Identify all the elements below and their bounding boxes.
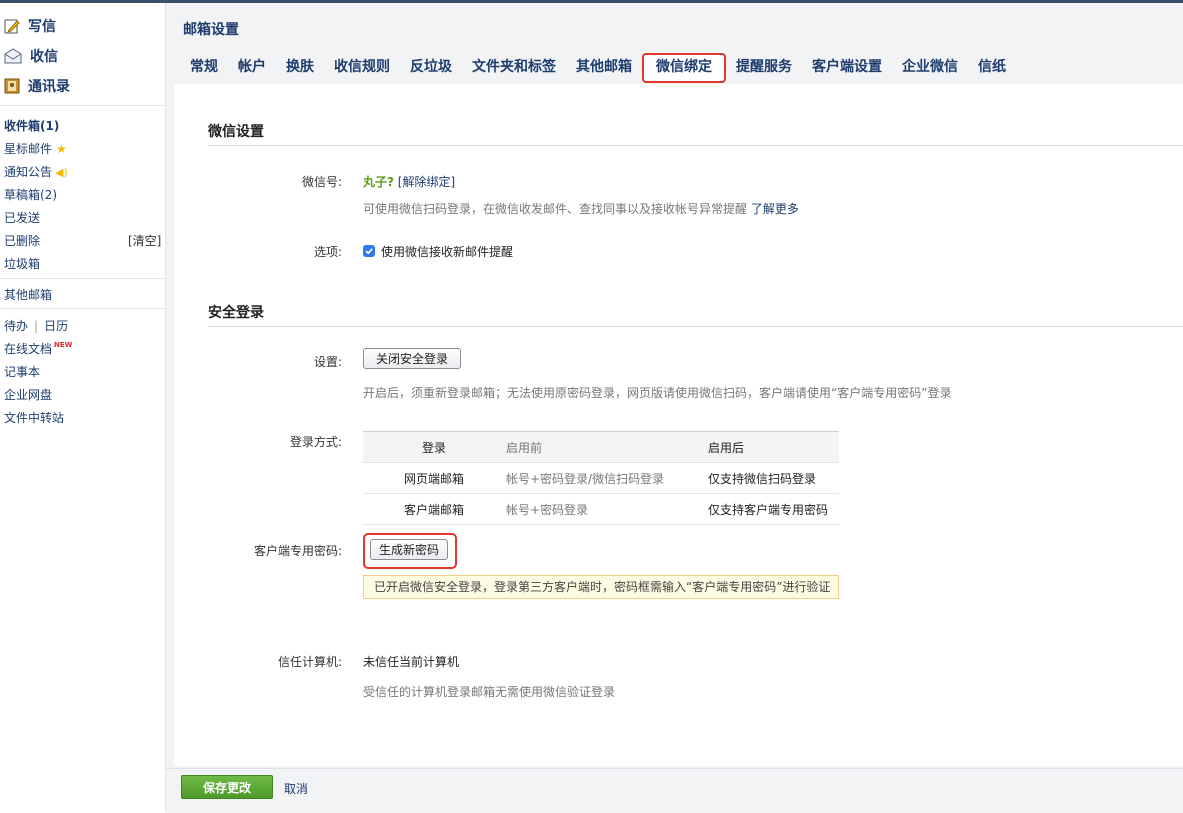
login-method-label: 登录方式:: [289, 435, 342, 449]
contacts-label: 通讯录: [28, 79, 70, 95]
clear-trash-link[interactable]: [清空]: [128, 232, 161, 249]
wechat-desc-row: 可使用微信扫码登录，在微信收发邮件、查找同事以及接收帐号异常提醒 了解更多: [363, 200, 799, 217]
table-header-cell: 启用后: [707, 431, 839, 463]
tab-general[interactable]: 常规: [180, 53, 228, 81]
login-method-table: 登录 启用前 启用后 网页端邮箱 帐号+密码登录/微信扫码登录 仅支持微信扫码登…: [363, 431, 839, 525]
tab-enterprise-wechat[interactable]: 企业微信: [892, 53, 968, 81]
online-docs-label: 在线文档: [4, 342, 53, 356]
main-panel: 邮箱设置 常规 帐户 换肤 收信规则 反垃圾 文件夹和标签 其他邮箱 微信绑定 …: [166, 3, 1183, 813]
folder-inbox[interactable]: 收件箱(1): [4, 117, 59, 134]
notes-link[interactable]: 记事本: [4, 363, 40, 380]
inbox-icon: [4, 48, 22, 64]
star-icon: ★: [56, 142, 67, 156]
speaker-icon: ◀): [55, 166, 68, 179]
online-docs-link[interactable]: 在线文档 NEW: [4, 340, 72, 357]
receive-button[interactable]: 收信: [4, 44, 58, 68]
tab-reminders[interactable]: 提醒服务: [726, 53, 802, 81]
new-mail-reminder-text: 使用微信接收新邮件提醒: [381, 245, 514, 259]
tab-folders-labels[interactable]: 文件夹和标签: [462, 53, 566, 81]
options-label: 选项:: [313, 245, 342, 259]
page-title: 邮箱设置: [183, 22, 239, 38]
section-divider: [208, 326, 1183, 327]
sidebar-divider: [0, 105, 165, 106]
settings-tabs: 常规 帐户 换肤 收信规则 反垃圾 文件夹和标签 其他邮箱 微信绑定 提醒服务 …: [180, 53, 1016, 83]
compose-label: 写信: [28, 19, 56, 35]
wechat-account-value: 丸子?: [363, 175, 394, 189]
cancel-link[interactable]: 取消: [284, 780, 308, 797]
folder-starred[interactable]: 星标邮件 ★: [4, 140, 67, 157]
table-row: 客户端邮箱 帐号+密码登录 仅支持客户端专用密码: [363, 493, 839, 525]
close-secure-login-button[interactable]: 关闭安全登录: [363, 348, 461, 369]
folder-starred-label: 星标邮件: [4, 142, 53, 156]
table-cell: 仅支持微信扫码登录: [707, 462, 839, 494]
compose-button[interactable]: 写信: [4, 14, 56, 38]
todo-calendar-row: 待办 | 日历: [4, 317, 68, 334]
trusted-computer-label: 信任计算机:: [277, 655, 342, 669]
folder-drafts[interactable]: 草稿箱(2): [4, 186, 57, 203]
wechat-desc: 可使用微信扫码登录，在微信收发邮件、查找同事以及接收帐号异常提醒: [363, 202, 748, 216]
tab-wechat-binding[interactable]: 微信绑定: [642, 53, 726, 83]
folder-sent[interactable]: 已发送: [4, 209, 40, 226]
new-badge: NEW: [54, 341, 73, 349]
tab-skin[interactable]: 换肤: [276, 53, 324, 81]
folder-notice[interactable]: 通知公告 ◀): [4, 163, 68, 180]
tab-account[interactable]: 帐户: [228, 53, 276, 81]
wechat-section-heading: 微信设置: [208, 124, 264, 140]
todo-link[interactable]: 待办: [4, 319, 28, 333]
check-icon: [365, 248, 373, 255]
table-header-row: 登录 启用前 启用后: [363, 431, 839, 463]
trusted-computer-value: 未信任当前计算机: [363, 655, 460, 669]
trusted-computer-desc: 受信任的计算机登录邮箱无需使用微信验证登录: [363, 685, 616, 699]
table-cell: 网页端邮箱: [363, 462, 505, 494]
address-book-icon: [4, 78, 20, 94]
tab-other-mailbox[interactable]: 其他邮箱: [566, 53, 642, 81]
table-row: 网页端邮箱 帐号+密码登录/微信扫码登录 仅支持微信扫码登录: [363, 462, 839, 494]
tab-client-settings[interactable]: 客户端设置: [802, 53, 892, 81]
section-divider: [208, 145, 1183, 146]
folder-deleted[interactable]: 已删除: [4, 232, 40, 249]
secure-login-desc: 开启后，须重新登录邮箱；无法使用原密码登录，网页版请使用微信扫码，客户端请使用“…: [363, 386, 952, 400]
file-transfer-link[interactable]: 文件中转站: [4, 409, 64, 426]
wechat-account-row: 丸子? [解除绑定]: [363, 173, 455, 190]
setting-label: 设置:: [313, 355, 342, 369]
folder-notice-label: 通知公告: [4, 165, 53, 179]
secure-login-heading: 安全登录: [208, 305, 264, 321]
table-cell: 客户端邮箱: [363, 493, 505, 525]
new-mail-reminder-checkbox[interactable]: [363, 245, 375, 257]
learn-more-link[interactable]: 了解更多: [751, 202, 799, 216]
save-changes-button[interactable]: 保存更改: [181, 775, 273, 799]
sidebar-divider: [0, 278, 165, 279]
wechat-account-label: 微信号:: [301, 175, 342, 189]
pipe-separator: |: [34, 319, 39, 333]
folder-junk[interactable]: 垃圾箱: [4, 255, 40, 272]
settings-content: 微信设置 微信号: 丸子? [解除绑定] 可使用微信扫码登录，在微信收发邮件、查…: [174, 84, 1183, 766]
client-password-label: 客户端专用密码:: [253, 544, 342, 558]
tab-antispam[interactable]: 反垃圾: [400, 53, 462, 81]
calendar-link[interactable]: 日历: [44, 319, 68, 333]
netdisk-link[interactable]: 企业网盘: [4, 386, 52, 403]
footer-bar: 保存更改 取消: [166, 768, 1183, 813]
table-cell: 帐号+密码登录/微信扫码登录: [505, 462, 707, 494]
receive-label: 收信: [30, 49, 58, 65]
tab-rules[interactable]: 收信规则: [324, 53, 400, 81]
contacts-button[interactable]: 通讯录: [4, 74, 70, 98]
unbind-link[interactable]: [解除绑定]: [398, 175, 455, 189]
client-password-notice: 已开启微信安全登录，登录第三方客户端时，密码框需输入“客户端专用密码”进行验证: [363, 575, 839, 599]
table-cell: 仅支持客户端专用密码: [707, 493, 839, 525]
pencil-icon: [4, 18, 20, 34]
tab-stationery[interactable]: 信纸: [968, 53, 1016, 81]
generate-password-button[interactable]: 生成新密码: [370, 539, 448, 560]
table-header-cell: 登录: [363, 431, 505, 463]
sidebar-divider: [0, 308, 165, 309]
table-cell: 帐号+密码登录: [505, 493, 707, 525]
other-mailbox-link[interactable]: 其他邮箱: [4, 286, 52, 303]
sidebar: 写信 收信 通讯录 收件箱(1) 星标邮件 ★ 通知公告 ◀) 草稿箱(2) 已发送…: [0, 3, 166, 812]
table-header-cell: 启用前: [505, 431, 707, 463]
